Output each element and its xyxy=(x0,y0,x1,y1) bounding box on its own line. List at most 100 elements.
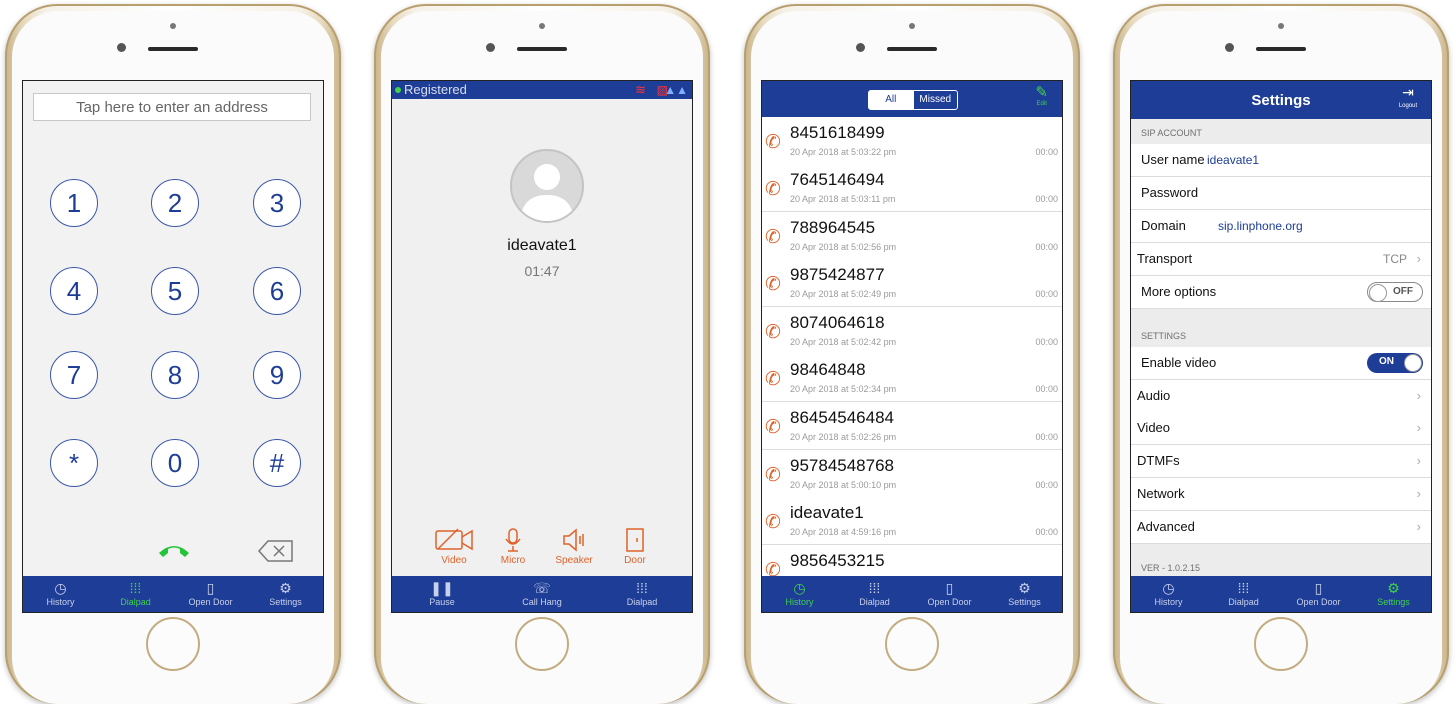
history-number: 8451618499 xyxy=(790,123,885,142)
tab-label: Open Door xyxy=(188,597,233,607)
history-icon: ◷ xyxy=(1162,580,1175,596)
key-7[interactable]: 7 xyxy=(50,351,98,399)
tab-label: Settings xyxy=(1008,597,1041,607)
micro-button[interactable]: Micro xyxy=(490,527,536,566)
chevron-right-icon: › xyxy=(1416,486,1421,501)
key-hash[interactable]: # xyxy=(253,439,301,487)
tab-settings[interactable]: ⚙ Settings xyxy=(248,576,323,612)
history-row[interactable]: ✆ 8451618499 20 Apr 2018 at 5:03:22 pm 00:0… xyxy=(762,117,1062,165)
tab-open-door[interactable]: ▯ Open Door xyxy=(1281,576,1356,612)
advanced-row[interactable]: Advanced › xyxy=(1131,511,1431,544)
backspace-button[interactable] xyxy=(257,539,294,563)
username-row[interactable]: User name ideavate1 xyxy=(1131,144,1431,177)
history-row[interactable]: ✆ ideavate1 20 Apr 2018 at 4:59:16 pm 00:00 xyxy=(762,497,1062,545)
filter-missed[interactable]: Missed xyxy=(912,91,958,109)
home-button[interactable] xyxy=(1254,617,1308,671)
history-row[interactable]: ✆ 9856453215 xyxy=(762,545,1062,576)
filter-all[interactable]: All xyxy=(869,91,913,109)
sensor xyxy=(539,23,545,29)
home-button[interactable] xyxy=(146,617,200,671)
phone-incall: Registered ≋ ▨ ▲▲ ideavate1 01:47 Video … xyxy=(374,4,710,704)
call-button[interactable] xyxy=(156,539,192,559)
key-1[interactable]: 1 xyxy=(50,179,98,227)
history-list: ✆ 8451618499 20 Apr 2018 at 5:03:22 pm 00:0… xyxy=(762,117,1062,576)
history-date: 20 Apr 2018 at 5:00:10 pm xyxy=(790,480,897,490)
avatar xyxy=(510,149,584,223)
tab-bar: ◷ History ⁞⁞⁞ Dialpad ▯ Open Door ⚙ Settings xyxy=(762,576,1062,612)
network-row[interactable]: Network › xyxy=(1131,478,1431,511)
key-6[interactable]: 6 xyxy=(253,267,301,315)
audio-row[interactable]: Audio › xyxy=(1131,380,1431,413)
password-row[interactable]: Password xyxy=(1131,177,1431,210)
more-options-toggle[interactable]: OFF xyxy=(1367,282,1423,302)
tab-dialpad[interactable]: ⁞⁞⁞ Dialpad xyxy=(837,576,912,612)
door-button[interactable]: Door xyxy=(612,527,658,566)
tab-history[interactable]: ◷ History xyxy=(1131,576,1206,612)
domain-row[interactable]: Domain sip.linphone.org xyxy=(1131,210,1431,243)
key-star[interactable]: * xyxy=(50,439,98,487)
backspace-icon xyxy=(257,540,293,562)
tab-dialpad[interactable]: ⁞⁞⁞ Dialpad xyxy=(98,576,173,612)
tab-pause[interactable]: ❚❚ Pause xyxy=(392,576,492,612)
history-duration: 00:00 xyxy=(1035,337,1058,347)
address-input[interactable]: Tap here to enter an address xyxy=(33,93,311,121)
key-9[interactable]: 9 xyxy=(253,351,301,399)
dtmfs-row[interactable]: DTMFs › xyxy=(1131,445,1431,478)
status-bar: Registered ≋ ▨ ▲▲ xyxy=(392,81,692,99)
history-date: 20 Apr 2018 at 5:02:56 pm xyxy=(790,242,897,252)
home-button[interactable] xyxy=(515,617,569,671)
speaker-button[interactable]: Speaker xyxy=(551,527,597,566)
tab-settings[interactable]: ⚙ Settings xyxy=(1356,576,1431,612)
earpiece xyxy=(148,47,198,51)
call-tab-bar: ❚❚ Pause ☏ Call Hang ⁞⁞⁞ Dialpad xyxy=(392,576,692,612)
history-row[interactable]: ✆ 86454546484 20 Apr 2018 at 5:02:26 pm 00:… xyxy=(762,402,1062,450)
history-screen: All Missed ✎ Edit ✆ 8451618499 20 Apr 2018… xyxy=(761,80,1063,613)
history-number: 8074064618 xyxy=(790,313,885,332)
history-date: 20 Apr 2018 at 5:03:11 pm xyxy=(790,194,896,204)
video-button[interactable]: Video xyxy=(431,527,477,566)
history-row[interactable]: ✆ 788964545 20 Apr 2018 at 5:02:56 pm 00:00 xyxy=(762,212,1062,260)
key-3[interactable]: 3 xyxy=(253,179,301,227)
key-4[interactable]: 4 xyxy=(50,267,98,315)
sensor xyxy=(909,23,915,29)
history-row[interactable]: ✆ 98464848 20 Apr 2018 at 5:02:34 pm 00:00 xyxy=(762,354,1062,402)
tab-label: History xyxy=(785,597,814,607)
logout-button[interactable]: ⇥ Logout xyxy=(1397,85,1419,113)
tab-dialpad[interactable]: ⁞⁞⁞ Dialpad xyxy=(592,576,692,612)
pencil-icon: ✎ xyxy=(1035,84,1048,101)
tab-dialpad[interactable]: ⁞⁞⁞ Dialpad xyxy=(1206,576,1281,612)
history-number: 98464848 xyxy=(790,360,866,379)
key-8[interactable]: 8 xyxy=(151,351,199,399)
history-date: 20 Apr 2018 at 4:59:16 pm xyxy=(790,527,897,537)
outgoing-call-icon: ✆ xyxy=(765,512,781,533)
history-row[interactable]: ✆ 8074064618 20 Apr 2018 at 5:02:42 pm 00:0… xyxy=(762,307,1062,355)
transport-row[interactable]: Transport TCP › xyxy=(1131,243,1431,276)
enable-video-toggle[interactable]: ON xyxy=(1367,353,1423,373)
history-row[interactable]: ✆ 7645146494 20 Apr 2018 at 5:03:11 pm 00:0… xyxy=(762,164,1062,212)
settings-header: Settings ⇥ Logout xyxy=(1131,81,1431,119)
chevron-right-icon: › xyxy=(1416,251,1421,266)
video-row[interactable]: Video › xyxy=(1131,412,1431,445)
tab-history[interactable]: ◷ History xyxy=(23,576,98,612)
key-0[interactable]: 0 xyxy=(151,439,199,487)
history-row[interactable]: ✆ 9875424877 20 Apr 2018 at 5:02:49 pm 00:0… xyxy=(762,259,1062,307)
row-label: Audio xyxy=(1137,388,1171,403)
phone-dialpad: Tap here to enter an address 1 2 3 4 5 6… xyxy=(5,4,341,704)
front-camera xyxy=(117,43,126,52)
dialpad-icon: ⁞⁞⁞ xyxy=(636,580,648,596)
key-5[interactable]: 5 xyxy=(151,267,199,315)
key-2[interactable]: 2 xyxy=(151,179,199,227)
tab-history[interactable]: ◷ History xyxy=(762,576,837,612)
tab-open-door[interactable]: ▯ Open Door xyxy=(173,576,248,612)
history-number: ideavate1 xyxy=(790,503,864,522)
tab-settings[interactable]: ⚙ Settings xyxy=(987,576,1062,612)
door-icon: ▯ xyxy=(945,580,954,596)
history-row[interactable]: ✆ 95784548768 20 Apr 2018 at 5:00:10 pm 00:… xyxy=(762,450,1062,498)
edit-button[interactable]: ✎ Edit xyxy=(1035,84,1048,108)
home-button[interactable] xyxy=(885,617,939,671)
dialpad-icon: ⁞⁞⁞ xyxy=(129,580,142,596)
tab-open-door[interactable]: ▯ Open Door xyxy=(912,576,987,612)
tab-call-hang[interactable]: ☏ Call Hang xyxy=(492,576,592,612)
more-options-row: More options OFF xyxy=(1131,276,1431,309)
signal-icon: ≋ xyxy=(635,82,646,97)
